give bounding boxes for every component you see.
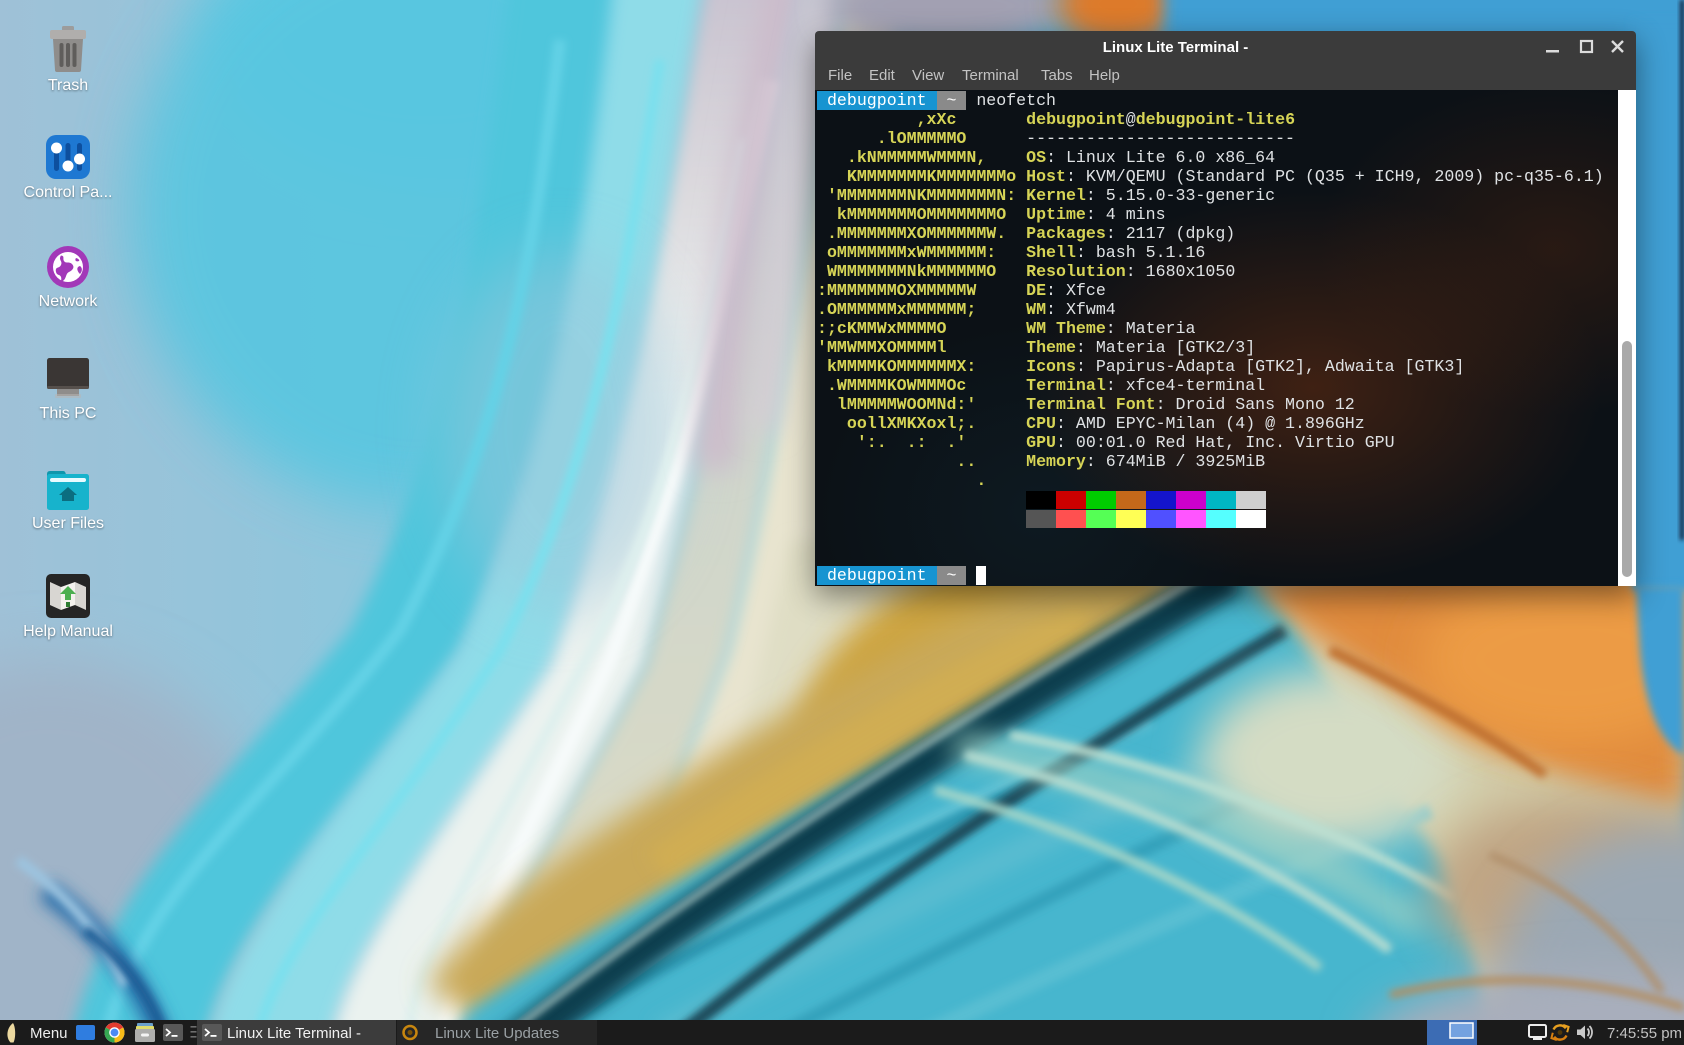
svg-text:Linux Lite Updates: Linux Lite Updates <box>435 1025 559 1042</box>
svg-text:Menu: Menu <box>30 1025 68 1042</box>
svg-text:Linux Lite Terminal -: Linux Lite Terminal - <box>227 1025 361 1042</box>
svg-text:7:45:55 pm: 7:45:55 pm <box>1607 1025 1682 1042</box>
